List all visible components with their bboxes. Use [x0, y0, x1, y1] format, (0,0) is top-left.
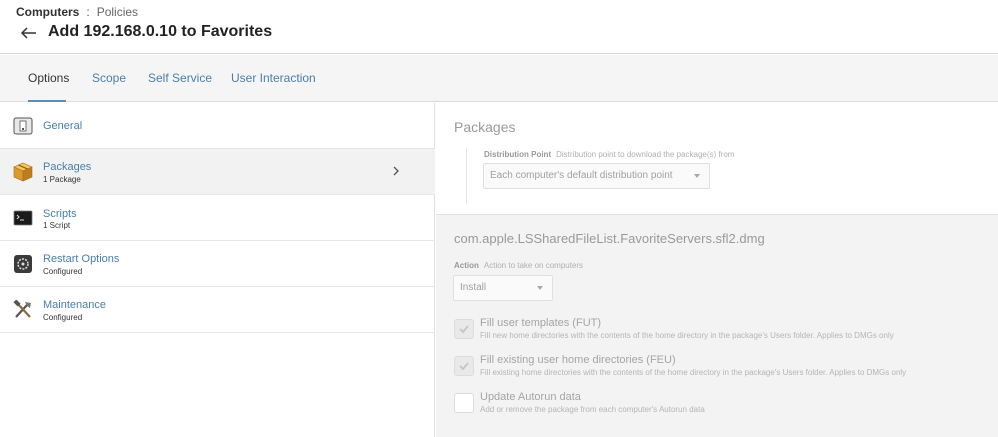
- sidebar-item-label: Maintenance: [43, 299, 106, 311]
- sidebar-item-label: Scripts: [43, 208, 77, 220]
- autorun-checkbox[interactable]: [454, 393, 474, 413]
- checkbox-description: Add or remove the package from each comp…: [480, 405, 705, 414]
- sidebar-item-label: Packages: [43, 161, 92, 173]
- sidebar-item-maintenance[interactable]: Maintenance Configured: [0, 287, 435, 333]
- sidebar-item-sublabel: Configured: [43, 313, 83, 322]
- select-value: Install: [460, 282, 487, 293]
- divider: [466, 148, 467, 204]
- checkmark-icon: [459, 362, 469, 371]
- options-sidebar: General Packages 1 Package Scripts 1 Scr…: [0, 103, 435, 437]
- checkbox-label: Fill user templates (FUT): [480, 317, 602, 329]
- sidebar-item-label: General: [43, 120, 83, 132]
- field-label: Distribution Point: [484, 150, 552, 159]
- sidebar-item-sublabel: Configured: [43, 267, 83, 276]
- sidebar-item-sublabel: 1 Package: [43, 175, 81, 184]
- breadcrumb-computers[interactable]: Computers: [16, 5, 79, 19]
- tools-icon: [13, 300, 31, 318]
- field-label: Action: [454, 261, 479, 270]
- page-header: Computers : Policies Add 192.168.0.10 to…: [0, 0, 998, 54]
- checkbox-description: Fill new home directories with the conte…: [480, 331, 894, 340]
- tab-options[interactable]: Options: [28, 55, 69, 102]
- field-description: Distribution point to download the packa…: [556, 150, 735, 159]
- package-name: com.apple.LSSharedFileList.FavoriteServe…: [454, 231, 765, 246]
- distribution-point-label: Distribution Point Distribution point to …: [484, 150, 734, 159]
- sidebar-item-general[interactable]: General: [0, 103, 435, 149]
- field-description: Action to take on computers: [483, 261, 584, 270]
- breadcrumb-policies[interactable]: Policies: [97, 5, 138, 19]
- caret-down-icon: [694, 174, 700, 178]
- sidebar-item-restart-options[interactable]: Restart Options Configured: [0, 241, 435, 287]
- page-title: Add 192.168.0.10 to Favorites: [48, 23, 273, 40]
- tab-bar: Options Scope Self Service User Interact…: [0, 55, 998, 102]
- chevron-right-icon: [393, 166, 399, 176]
- caret-down-icon: [537, 286, 543, 290]
- action-label: Action Action to take on computers: [454, 261, 583, 270]
- distribution-point-select[interactable]: Each computer's default distribution poi…: [483, 163, 710, 189]
- checkbox-description: Fill existing home directories with the …: [480, 368, 907, 377]
- feu-checkbox[interactable]: [454, 356, 474, 376]
- select-value: Each computer's default distribution poi…: [490, 170, 673, 181]
- breadcrumb-separator: :: [86, 5, 90, 19]
- sidebar-item-scripts[interactable]: Scripts 1 Script: [0, 195, 435, 241]
- terminal-icon: [13, 210, 33, 226]
- restart-icon: [14, 255, 32, 273]
- checkmark-icon: [459, 325, 469, 334]
- tab-self-service[interactable]: Self Service: [148, 55, 212, 102]
- action-select[interactable]: Install: [453, 275, 553, 301]
- packages-icon: [13, 162, 33, 182]
- sidebar-item-label: Restart Options: [43, 253, 120, 265]
- checkbox-label: Fill existing user home directories (FEU…: [480, 354, 676, 366]
- checkbox-label: Update Autorun data: [480, 391, 581, 403]
- breadcrumb: Computers : Policies: [16, 5, 138, 19]
- general-icon: [13, 117, 33, 135]
- package-detail-panel: com.apple.LSSharedFileList.FavoriteServe…: [436, 214, 998, 437]
- sidebar-item-packages[interactable]: Packages 1 Package: [0, 149, 435, 195]
- sidebar-item-sublabel: 1 Script: [43, 221, 71, 230]
- back-arrow-icon[interactable]: [20, 24, 38, 42]
- packages-panel: Packages Distribution Point Distribution …: [436, 103, 998, 214]
- tab-scope[interactable]: Scope: [92, 55, 126, 102]
- section-title: Packages: [454, 119, 516, 135]
- fut-checkbox[interactable]: [454, 319, 474, 339]
- tab-user-interaction[interactable]: User Interaction: [231, 55, 316, 102]
